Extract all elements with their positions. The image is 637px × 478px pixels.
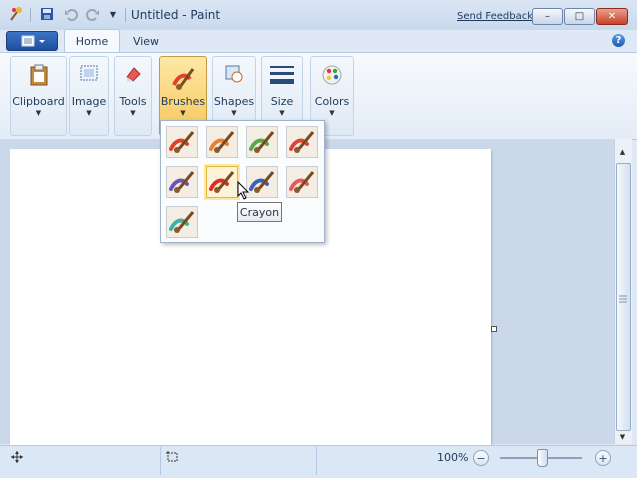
brush-icon	[169, 211, 195, 233]
mouse-cursor-icon	[237, 180, 251, 204]
save-icon[interactable]	[39, 6, 55, 22]
application-menu-button[interactable]	[6, 31, 58, 51]
help-icon[interactable]: ?	[612, 34, 625, 47]
close-button[interactable]: ✕	[596, 8, 628, 25]
zoom-slider-thumb[interactable]	[537, 449, 548, 467]
brush-option-airbrush[interactable]	[286, 126, 318, 158]
scroll-up-button[interactable]: ▲	[614, 145, 631, 159]
tools-label: Tools	[119, 95, 147, 108]
shapes-dropdown-arrow: ▼	[231, 109, 237, 117]
clipboard-icon	[27, 63, 51, 90]
shapes-icon	[223, 63, 245, 88]
brush-icon	[289, 171, 315, 193]
status-divider	[316, 447, 317, 475]
brush-option-brush[interactable]	[166, 126, 198, 158]
zoom-level-text: 100%	[437, 451, 469, 464]
brush-tooltip: Crayon	[237, 202, 282, 222]
zoom-out-button[interactable]: −	[473, 450, 489, 466]
tools-icon	[122, 63, 144, 88]
undo-icon[interactable]	[63, 6, 79, 22]
brush-icon	[169, 131, 195, 153]
brush-option-calligraphy-brush-1[interactable]	[206, 126, 238, 158]
status-divider	[160, 447, 161, 475]
zoom-in-button[interactable]: +	[595, 450, 611, 466]
brush-icon	[209, 171, 235, 193]
brushes-label: Brushes	[160, 95, 206, 108]
brushes-icon	[168, 63, 198, 96]
size-icon	[269, 63, 295, 92]
image-dropdown-arrow: ▼	[86, 109, 92, 117]
title-divider	[125, 8, 126, 22]
size-dropdown-arrow: ▼	[279, 109, 285, 117]
brushes-dropdown-arrow: ▼	[180, 109, 186, 117]
brush-icon	[169, 171, 195, 193]
clipboard-label: Clipboard	[12, 95, 65, 108]
shapes-label: Shapes	[213, 95, 255, 108]
size-label: Size	[270, 95, 294, 108]
brush-icon	[249, 171, 275, 193]
clipboard-group-button[interactable]: Clipboard ▼	[10, 56, 67, 136]
paint-app-icon[interactable]	[8, 6, 24, 22]
brush-option-oil-brush[interactable]	[166, 166, 198, 198]
selection-size-icon	[166, 451, 179, 466]
brush-icon	[209, 131, 235, 153]
send-feedback-link[interactable]: Send Feedback	[457, 11, 533, 22]
brush-option-calligraphy-brush-2[interactable]	[246, 126, 278, 158]
colors-dropdown-arrow: ▼	[329, 109, 335, 117]
qat-divider	[30, 8, 31, 22]
redo-icon[interactable]	[85, 6, 101, 22]
maximize-button[interactable]: □	[564, 8, 595, 25]
customize-qat-icon[interactable]: ▼	[105, 6, 121, 22]
cursor-position-icon	[11, 451, 23, 466]
image-label: Image	[71, 95, 107, 108]
tab-view[interactable]: View	[122, 31, 170, 51]
brush-icon	[249, 131, 275, 153]
scroll-down-button[interactable]: ▼	[614, 430, 631, 444]
window-title: Untitled - Paint	[131, 8, 221, 22]
brush-option-watercolor-brush[interactable]	[166, 206, 198, 238]
colors-label: Colors	[314, 95, 350, 108]
tools-dropdown-arrow: ▼	[130, 109, 136, 117]
image-group-button[interactable]: Image ▼	[69, 56, 109, 136]
brush-option-natural-pencil[interactable]	[286, 166, 318, 198]
color-palette-icon	[320, 63, 344, 90]
brush-icon	[289, 131, 315, 153]
canvas-resize-handle[interactable]	[491, 326, 497, 332]
scroll-grip-icon	[619, 292, 627, 303]
image-select-icon	[78, 63, 100, 88]
tab-home[interactable]: Home	[64, 29, 120, 53]
clipboard-dropdown-arrow: ▼	[35, 109, 42, 117]
minimize-button[interactable]: –	[532, 8, 563, 25]
brush-option-crayon[interactable]	[206, 166, 238, 198]
tools-group-button[interactable]: Tools ▼	[114, 56, 152, 136]
